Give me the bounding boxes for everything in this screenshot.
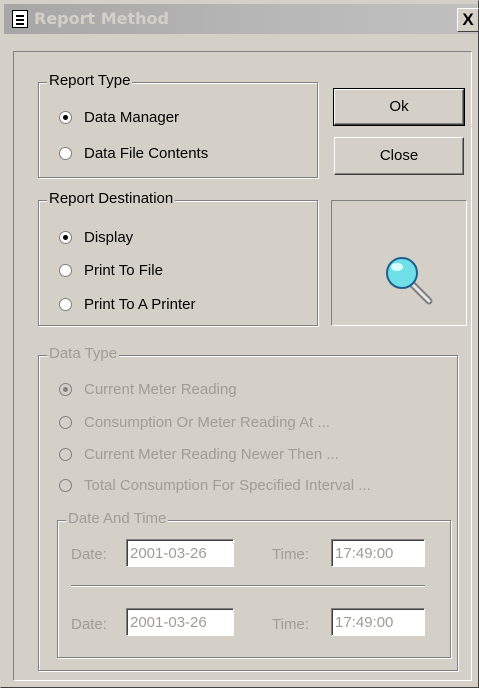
radio-data-file-contents[interactable]: Data File Contents (59, 143, 208, 163)
radio-label: Print To A Printer (84, 295, 196, 313)
radio-label: Data File Contents (84, 144, 209, 162)
report-type-group: Report Type Data Manager Data File Conte… (38, 72, 318, 178)
radio-total-consumption[interactable]: Total Consumption For Specified Interval… (59, 475, 371, 495)
radio-button[interactable] (59, 297, 72, 311)
radio-label: Consumption Or Meter Reading At ... (84, 413, 330, 431)
date-label: Date: (71, 546, 107, 563)
report-method-dialog: Report Method X Report Type Data Manager… (0, 0, 479, 688)
radio-data-manager[interactable]: Data Manager (59, 107, 179, 127)
radio-button[interactable] (59, 447, 72, 461)
date-and-time-legend: Date And Time (66, 510, 169, 527)
radio-label: Print To File (84, 261, 163, 279)
radio-current-meter-reading[interactable]: Current Meter Reading (59, 379, 237, 399)
radio-button[interactable] (59, 382, 72, 396)
date-field[interactable]: 2001-03-26 (126, 608, 234, 636)
time-label: Time: (272, 616, 309, 633)
radio-print-to-printer[interactable]: Print To A Printer (59, 294, 195, 314)
radio-label: Data Manager (84, 108, 180, 126)
window-title: Report Method (34, 9, 169, 28)
report-destination-group: Report Destination Display Print To File… (38, 190, 318, 326)
radio-button[interactable] (59, 478, 72, 492)
radio-button[interactable] (59, 263, 72, 277)
radio-newer-then[interactable]: Current Meter Reading Newer Then ... (59, 444, 339, 464)
preview-box (331, 200, 467, 326)
radio-button[interactable] (59, 110, 72, 124)
radio-consumption-at[interactable]: Consumption Or Meter Reading At ... (59, 412, 330, 432)
title-bar[interactable]: Report Method X (4, 4, 479, 34)
report-destination-legend: Report Destination (47, 190, 176, 207)
close-button[interactable]: Close (334, 137, 464, 175)
date-label: Date: (71, 616, 107, 633)
date-and-time-group: Date And Time Date: 2001-03-26 Time: 17:… (57, 510, 451, 658)
radio-label: Display (84, 228, 134, 246)
window-icon (12, 10, 28, 28)
radio-button[interactable] (59, 415, 72, 429)
magnifier-icon (386, 257, 433, 305)
radio-label: Current Meter Reading Newer Then ... (84, 445, 339, 463)
data-type-legend: Data Type (47, 345, 120, 362)
time-label: Time: (272, 546, 309, 563)
close-window-button[interactable]: X (457, 8, 479, 32)
report-type-legend: Report Type (47, 72, 133, 89)
divider (71, 585, 425, 587)
date-field[interactable]: 2001-03-26 (126, 539, 234, 567)
time-field[interactable]: 17:49:00 (331, 608, 425, 636)
ok-button[interactable]: Ok (333, 88, 465, 126)
time-field[interactable]: 17:49:00 (331, 539, 425, 567)
radio-label: Current Meter Reading (84, 380, 237, 398)
radio-button[interactable] (59, 230, 72, 244)
radio-label: Total Consumption For Specified Interval… (84, 476, 371, 494)
data-type-group: Data Type Current Meter Reading Consumpt… (38, 345, 458, 671)
radio-button[interactable] (59, 146, 72, 160)
radio-print-to-file[interactable]: Print To File (59, 260, 163, 280)
radio-display[interactable]: Display (59, 227, 133, 247)
